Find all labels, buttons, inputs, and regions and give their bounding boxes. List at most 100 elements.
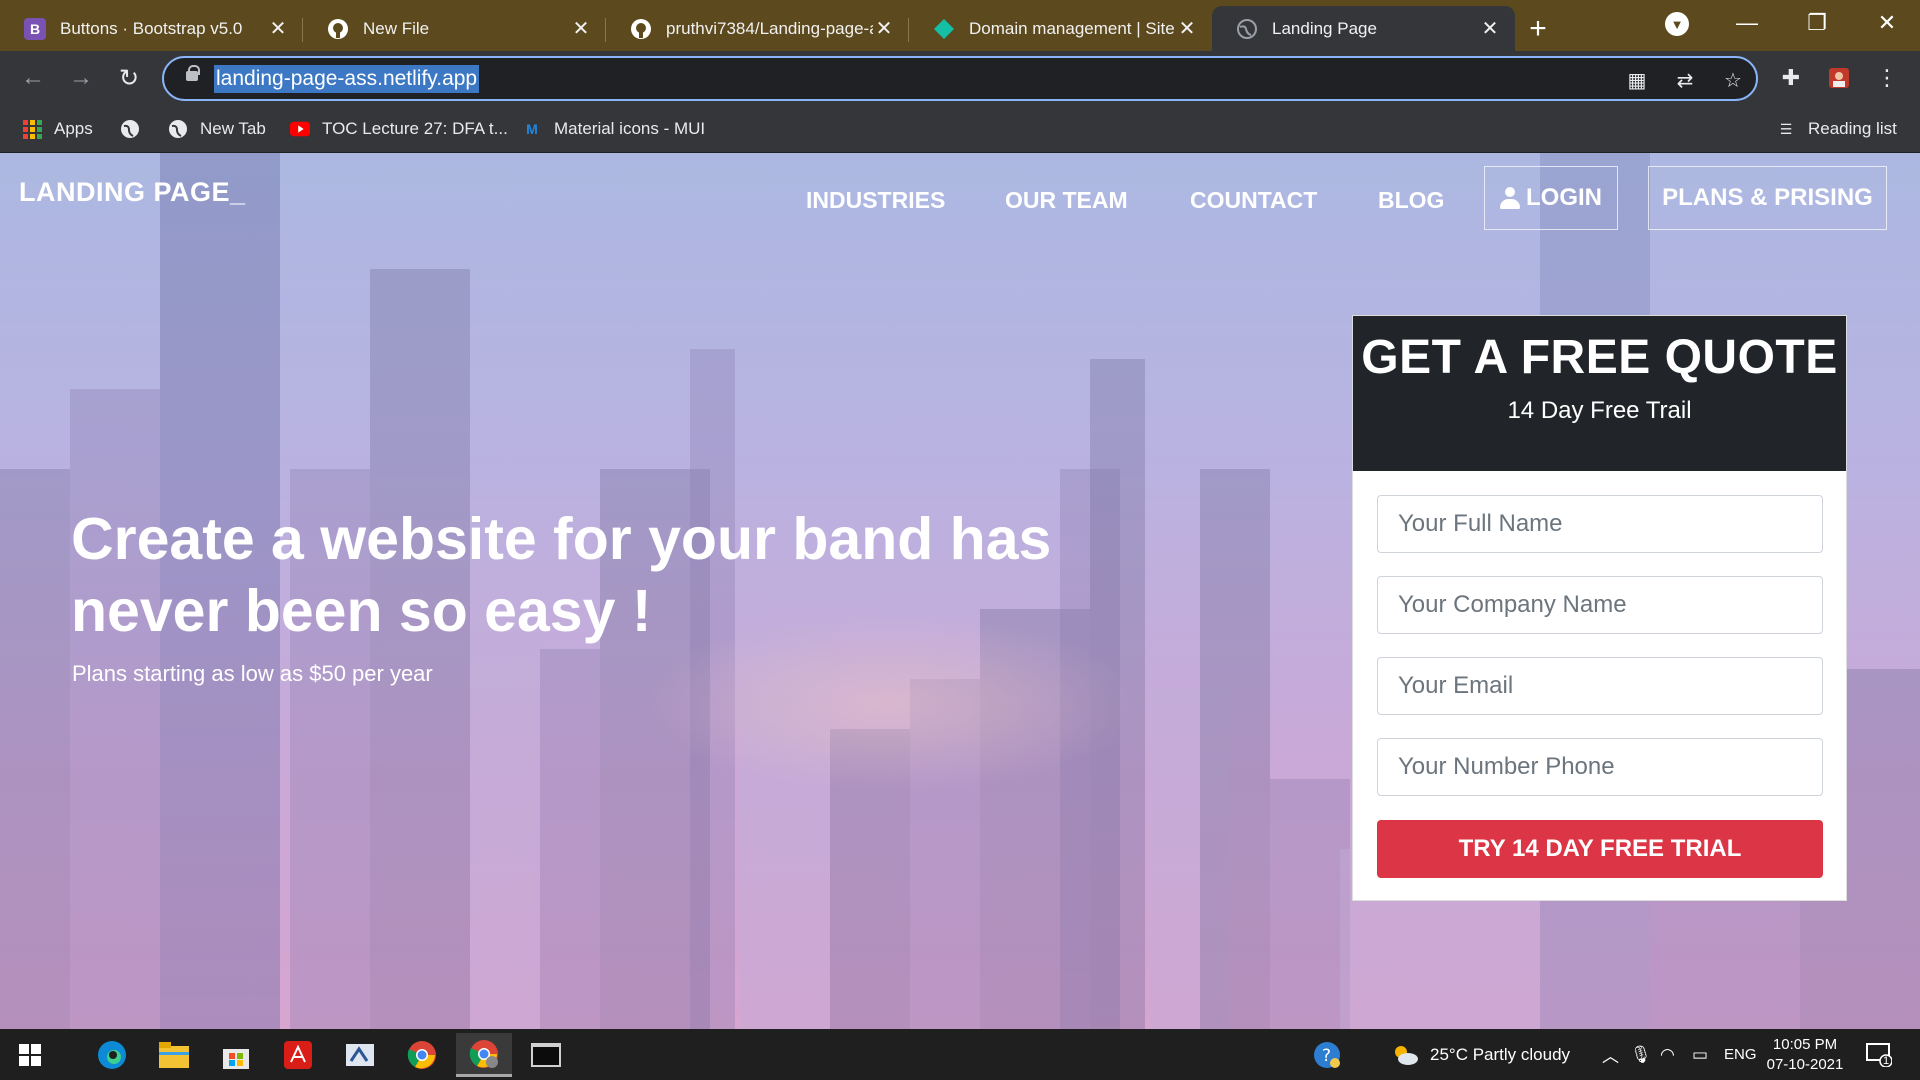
tab-domain-management[interactable]: Domain management | Site s ✕	[909, 6, 1212, 51]
bookmark-toc-lecture[interactable]: TOC Lecture 27: DFA t...	[290, 116, 508, 142]
browser-toolbar: ← → ↻ landing-page-ass.netlify.app ▦ ⇄ ☆…	[0, 51, 1920, 106]
mui-icon: M	[526, 121, 538, 137]
notification-count: 1	[1883, 1055, 1890, 1067]
tab-title: Buttons · Bootstrap v5.0	[60, 18, 243, 38]
close-icon[interactable]: ✕	[267, 16, 289, 41]
wifi-icon[interactable]: ◠	[1660, 1029, 1675, 1080]
partly-cloudy-icon	[1395, 1045, 1418, 1065]
full-name-input[interactable]	[1377, 495, 1823, 553]
bootstrap-icon: B	[24, 17, 46, 40]
apps-grid-icon	[22, 119, 42, 139]
clock-date: 07-10-2021	[1766, 1056, 1844, 1073]
nav-industries[interactable]: INDUSTRIES	[806, 187, 945, 214]
login-button[interactable]: LOGIN	[1484, 166, 1618, 230]
minimize-icon[interactable]: —	[1712, 0, 1782, 45]
tab-title: Landing Page	[1272, 18, 1377, 38]
address-bar[interactable]: landing-page-ass.netlify.app ▦ ⇄ ☆	[162, 56, 1758, 101]
windows-taskbar: ? 25°C Partly cloudy ︿ 🎙 ◠ ▭ ENG 10:05 P…	[0, 1029, 1920, 1080]
svg-text:?: ?	[1322, 1046, 1331, 1066]
terminal-icon[interactable]	[518, 1033, 574, 1077]
tab-strip: B Buttons · Bootstrap v5.0 ✕ New File ✕ …	[0, 0, 1920, 51]
url-text[interactable]: landing-page-ass.netlify.app	[214, 65, 480, 93]
reading-list-label: Reading list	[1808, 119, 1897, 138]
snipping-tool-icon[interactable]	[332, 1033, 388, 1077]
chevron-up-icon[interactable]: ︿	[1602, 1029, 1619, 1080]
tab-bootstrap[interactable]: B Buttons · Bootstrap v5.0 ✕	[0, 6, 303, 51]
tab-new-file[interactable]: New File ✕	[303, 6, 606, 51]
extensions-icon[interactable]: ✚	[1776, 63, 1806, 93]
edge-icon[interactable]	[84, 1033, 140, 1077]
github-icon	[630, 18, 652, 40]
bookmark-label: Apps	[54, 119, 93, 138]
battery-icon[interactable]: ▭	[1692, 1029, 1708, 1080]
reload-icon[interactable]: ↻	[114, 63, 144, 93]
company-name-input[interactable]	[1377, 576, 1823, 634]
globe-icon	[168, 119, 188, 139]
translate-icon[interactable]: ⇄	[1672, 67, 1698, 93]
close-icon[interactable]: ✕	[1479, 16, 1501, 41]
new-tab-button[interactable]: +	[1515, 6, 1561, 51]
nav-blog[interactable]: BLOG	[1378, 187, 1444, 214]
bookmark-apps[interactable]: Apps	[22, 116, 93, 142]
landing-page-viewport: LANDING PAGE_ INDUSTRIES OUR TEAM COUNTA…	[0, 153, 1920, 1029]
close-icon[interactable]: ✕	[570, 16, 592, 41]
free-trial-button[interactable]: TRY 14 DAY FREE TRIAL	[1377, 820, 1823, 878]
nav-contact[interactable]: COUNTACT	[1190, 187, 1317, 214]
plans-pricing-button[interactable]: PLANS & PRISING	[1648, 166, 1887, 230]
chrome-profile-icon[interactable]	[456, 1033, 512, 1077]
close-icon[interactable]: ✕	[873, 16, 895, 41]
tab-title: New File	[363, 18, 430, 38]
bookmark-new-tab[interactable]: New Tab	[168, 116, 266, 142]
chrome-icon[interactable]	[394, 1033, 450, 1077]
acrobat-icon[interactable]	[270, 1033, 326, 1077]
globe-icon	[120, 119, 140, 139]
github-icon	[327, 18, 349, 40]
file-explorer-icon[interactable]	[146, 1033, 202, 1077]
bookmark-label: TOC Lecture 27: DFA t...	[322, 119, 508, 138]
menu-kebab-icon[interactable]: ⋮	[1872, 63, 1902, 93]
hero-subtitle: Plans starting as low as $50 per year	[72, 661, 433, 686]
hero-title: Create a website for your band has never…	[71, 506, 1052, 644]
tab-search-icon[interactable]: ▼	[1665, 12, 1689, 36]
weather-text: 25°C Partly cloudy	[1430, 1044, 1571, 1064]
store-icon[interactable]	[208, 1033, 264, 1077]
nav-our-team[interactable]: OUR TEAM	[1005, 187, 1128, 214]
quote-title: GET A FREE QUOTE	[1361, 331, 1838, 384]
quote-subtitle: 14 Day Free Trail	[1507, 397, 1692, 424]
notifications-icon[interactable]: 1	[1866, 1029, 1892, 1080]
window-close-icon[interactable]: ✕	[1852, 0, 1920, 45]
qr-code-icon[interactable]: ▦	[1624, 67, 1650, 93]
tab-title: pruthvi7384/Landing-page-a	[666, 18, 873, 38]
bookmark-label: New Tab	[200, 119, 266, 138]
profile-avatar-icon[interactable]	[1824, 63, 1854, 93]
restore-icon[interactable]: ❐	[1782, 0, 1852, 45]
tab-title: Domain management | Site s	[969, 18, 1176, 38]
taskbar-clock[interactable]: 10:05 PM 07-10-2021	[1760, 1035, 1850, 1075]
microphone-icon[interactable]: 🎙	[1630, 1029, 1652, 1080]
help-icon[interactable]: ?	[1312, 1029, 1342, 1080]
tab-github-repo[interactable]: pruthvi7384/Landing-page-a ✕	[606, 6, 909, 51]
bookmark-star-icon[interactable]: ☆	[1720, 67, 1746, 93]
tab-landing-page[interactable]: Landing Page ✕	[1212, 6, 1515, 51]
back-icon[interactable]: ←	[18, 63, 48, 93]
phone-input[interactable]	[1377, 738, 1823, 796]
bookmark-label: Material icons - MUI	[554, 119, 706, 138]
reading-list-button[interactable]: ☰ Reading list	[1776, 116, 1897, 142]
globe-icon	[1236, 18, 1258, 40]
forward-icon[interactable]: →	[66, 63, 96, 93]
clock-time: 10:05 PM	[1772, 1036, 1838, 1053]
bookmark-material-icons[interactable]: M Material icons - MUI	[522, 116, 705, 142]
language-indicator[interactable]: ENG	[1724, 1029, 1757, 1080]
quote-card-header: GET A FREE QUOTE 14 Day Free Trail	[1353, 316, 1846, 471]
close-icon[interactable]: ✕	[1176, 16, 1198, 41]
weather-widget[interactable]: 25°C Partly cloudy	[1390, 1029, 1570, 1080]
youtube-icon	[290, 119, 310, 139]
lock-icon[interactable]	[186, 65, 200, 81]
login-label: LOGIN	[1526, 184, 1602, 211]
email-input[interactable]	[1377, 657, 1823, 715]
bookmarks-bar: Apps New Tab TOC Lecture 27: DFA t... M …	[0, 106, 1920, 153]
windows-start-icon[interactable]	[2, 1033, 58, 1077]
bookmark-globe[interactable]	[120, 116, 152, 142]
user-icon	[1500, 187, 1520, 209]
brand-logo[interactable]: LANDING PAGE_	[19, 177, 246, 208]
